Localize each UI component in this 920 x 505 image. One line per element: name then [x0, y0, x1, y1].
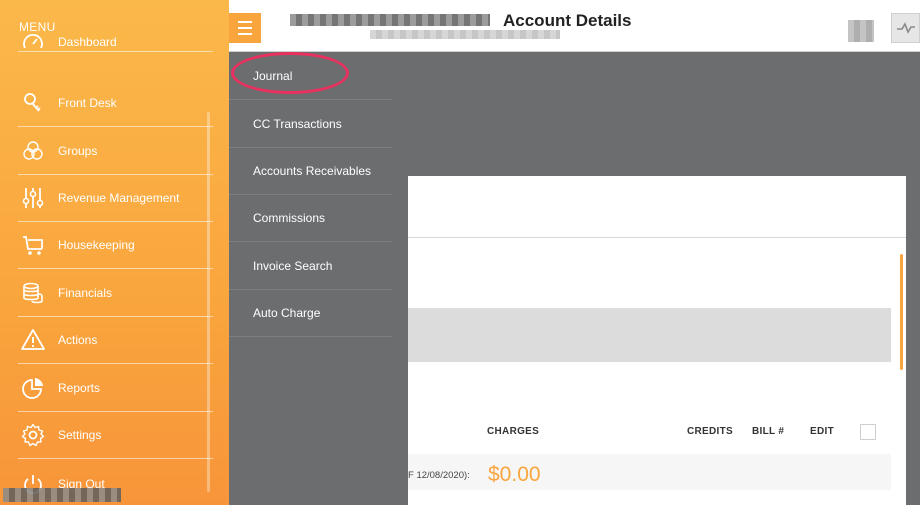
- financials-submenu: Journal CC Transactions Accounts Receiva…: [229, 52, 392, 505]
- balance-value: $0.00: [488, 463, 541, 486]
- column-edit: EDIT: [810, 426, 834, 437]
- sidebar-item-label: Financials: [58, 286, 113, 300]
- sidebar-item-dashboard[interactable]: Dashboard: [18, 32, 213, 52]
- sliders-icon: [18, 184, 50, 212]
- balance-label: F 12/08/2020):: [408, 470, 470, 481]
- redacted-footer-text: [3, 488, 121, 502]
- cart-icon: [18, 231, 50, 259]
- gear-icon: [18, 421, 50, 449]
- activity-icon: [896, 22, 915, 34]
- submenu-item-label: Invoice Search: [253, 258, 333, 273]
- sidebar-item-label: Housekeeping: [58, 238, 135, 252]
- column-credits: CREDITS: [687, 426, 733, 437]
- sidebar-item-label: Front Desk: [58, 96, 117, 110]
- front-desk-icon: [18, 89, 50, 117]
- alert-icon: [18, 326, 50, 354]
- sidebar-item-label: Dashboard: [58, 34, 117, 49]
- coins-icon: [18, 279, 50, 307]
- sidebar-item-settings[interactable]: Settings: [18, 412, 213, 459]
- submenu-item-invoice-search[interactable]: Invoice Search: [229, 242, 392, 290]
- sidebar-item-reports[interactable]: Reports: [18, 365, 213, 412]
- submenu-item-label: CC Transactions: [253, 116, 342, 131]
- submenu-item-label: Auto Charge: [253, 305, 321, 320]
- sidebar-item-financials[interactable]: Financials: [18, 270, 213, 317]
- sidebar-item-label: Reports: [58, 381, 101, 395]
- sidebar-item-label: Settings: [58, 428, 102, 442]
- submenu-item-label: Accounts Receivables: [253, 163, 372, 178]
- account-panel: CHARGES CREDITS BILL # EDIT F 12/08/2020…: [408, 176, 906, 505]
- sidebar-item-groups[interactable]: Groups: [18, 128, 213, 175]
- column-charges: CHARGES: [487, 426, 540, 437]
- balance-row: [408, 454, 891, 490]
- redacted-avatar: [848, 20, 874, 42]
- submenu-item-commissions[interactable]: Commissions: [229, 194, 392, 242]
- column-bill-number: BILL #: [752, 426, 785, 437]
- panel-divider: [408, 237, 906, 238]
- menu-toggle-button[interactable]: [229, 13, 261, 43]
- submenu-item-cc-transactions[interactable]: CC Transactions: [229, 100, 392, 148]
- sidebar-item-revenue-management[interactable]: Revenue Management: [18, 175, 213, 222]
- groups-icon: [18, 137, 50, 165]
- sidebar-item-housekeeping[interactable]: Housekeeping: [18, 222, 213, 269]
- submenu-item-auto-charge[interactable]: Auto Charge: [229, 289, 392, 337]
- redacted-subtitle: [370, 30, 560, 39]
- pie-chart-icon: [18, 374, 50, 402]
- activity-button[interactable]: [891, 13, 920, 43]
- sidebar-item-label: Revenue Management: [58, 191, 180, 205]
- select-all-checkbox[interactable]: [860, 424, 876, 440]
- sidebar-item-front-desk[interactable]: Front Desk: [18, 80, 213, 127]
- dashboard-icon: [18, 28, 50, 56]
- hamburger-icon: [238, 21, 252, 23]
- redacted-hotel-name: [290, 14, 490, 26]
- page-title: Account Details: [503, 11, 632, 30]
- sidebar-scrollbar[interactable]: [207, 112, 210, 492]
- sidebar: MENU Dashboard Front Desk Groups Revenue…: [0, 0, 229, 505]
- sidebar-item-actions[interactable]: Actions: [18, 317, 213, 364]
- journal-highlight-annotation: [231, 52, 349, 94]
- sidebar-item-label: Groups: [58, 144, 98, 158]
- submenu-item-label: Commissions: [253, 210, 326, 225]
- sidebar-item-label: Actions: [58, 333, 98, 347]
- summary-bar: [408, 308, 891, 362]
- panel-scrollbar[interactable]: [900, 254, 903, 370]
- submenu-item-accounts-receivables[interactable]: Accounts Receivables: [229, 147, 392, 195]
